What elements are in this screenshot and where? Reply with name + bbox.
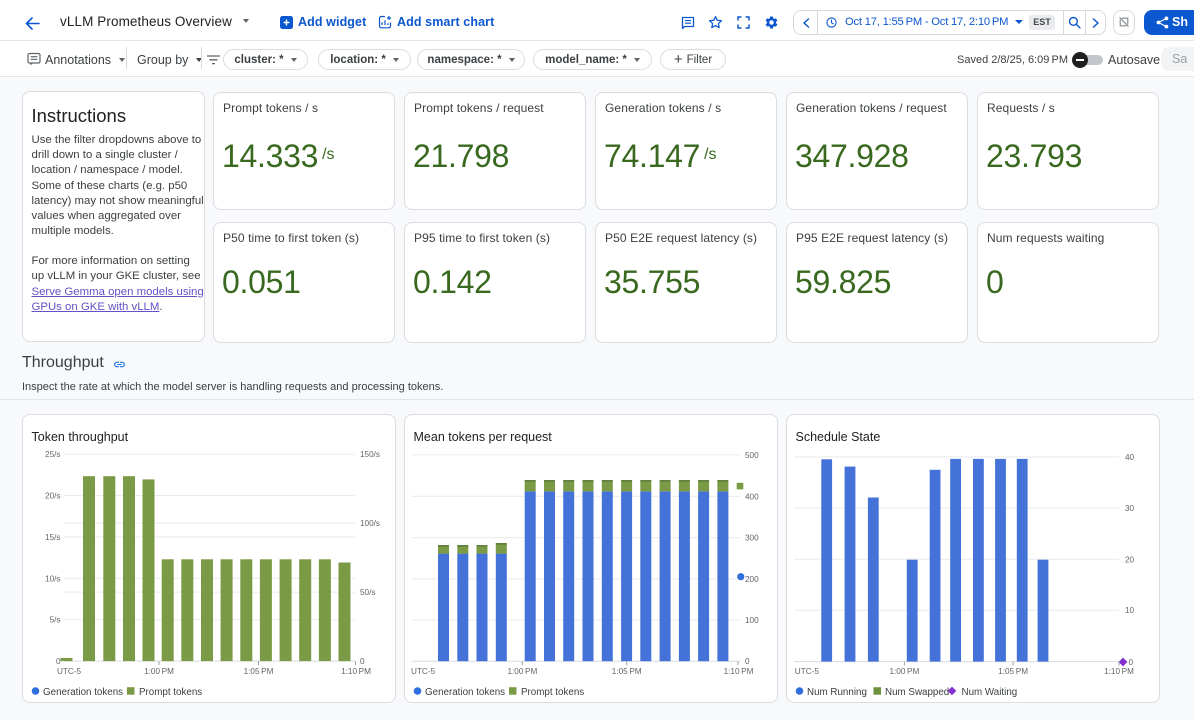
svg-text:1:00 PM: 1:00 PM xyxy=(889,667,919,676)
svg-text:1:10 PM: 1:10 PM xyxy=(724,667,754,676)
svg-text:Prompt tokens: Prompt tokens xyxy=(139,687,202,698)
svg-text:1:05 PM: 1:05 PM xyxy=(998,667,1028,676)
svg-text:0: 0 xyxy=(745,657,750,666)
svg-text:Prompt tokens: Prompt tokens xyxy=(521,687,584,698)
svg-text:200: 200 xyxy=(745,575,759,584)
svg-text:Num Swapped: Num Swapped xyxy=(885,687,949,698)
svg-text:10/s: 10/s xyxy=(45,574,60,583)
svg-text:Token throughput: Token throughput xyxy=(32,430,129,444)
svg-text:1:00 PM: 1:00 PM xyxy=(507,667,537,676)
svg-text:UTC-5: UTC-5 xyxy=(795,667,820,676)
svg-text:Mean tokens per request: Mean tokens per request xyxy=(414,430,553,444)
svg-text:Generation tokens: Generation tokens xyxy=(43,687,123,698)
svg-text:15/s: 15/s xyxy=(45,533,60,542)
svg-text:Schedule State: Schedule State xyxy=(796,430,881,444)
svg-text:UTC-5: UTC-5 xyxy=(411,667,436,676)
svg-text:Generation tokens: Generation tokens xyxy=(425,687,505,698)
svg-text:30: 30 xyxy=(1125,504,1135,513)
svg-text:1:05 PM: 1:05 PM xyxy=(244,667,274,676)
svg-text:10: 10 xyxy=(1125,606,1135,615)
svg-text:1:10 PM: 1:10 PM xyxy=(1104,667,1134,676)
svg-text:50/s: 50/s xyxy=(360,588,375,597)
svg-text:Num Running: Num Running xyxy=(807,687,867,698)
svg-text:1:00 PM: 1:00 PM xyxy=(144,667,174,676)
svg-text:300: 300 xyxy=(745,534,759,543)
svg-text:Num Waiting: Num Waiting xyxy=(962,687,1018,698)
svg-text:0: 0 xyxy=(360,657,365,666)
svg-text:100/s: 100/s xyxy=(360,519,380,528)
svg-text:400: 400 xyxy=(745,492,759,501)
svg-text:5/s: 5/s xyxy=(50,616,61,625)
svg-text:0: 0 xyxy=(56,657,61,666)
svg-text:40: 40 xyxy=(1125,453,1135,462)
svg-text:150/s: 150/s xyxy=(360,450,380,459)
svg-text:20/s: 20/s xyxy=(45,492,60,501)
svg-text:500: 500 xyxy=(745,451,759,460)
svg-text:UTC-5: UTC-5 xyxy=(57,667,82,676)
svg-text:1:10 PM: 1:10 PM xyxy=(341,667,371,676)
svg-text:100: 100 xyxy=(745,616,759,625)
svg-text:1:05 PM: 1:05 PM xyxy=(612,667,642,676)
svg-text:20: 20 xyxy=(1125,555,1135,564)
svg-text:0: 0 xyxy=(1129,658,1134,667)
svg-text:25/s: 25/s xyxy=(45,450,60,459)
